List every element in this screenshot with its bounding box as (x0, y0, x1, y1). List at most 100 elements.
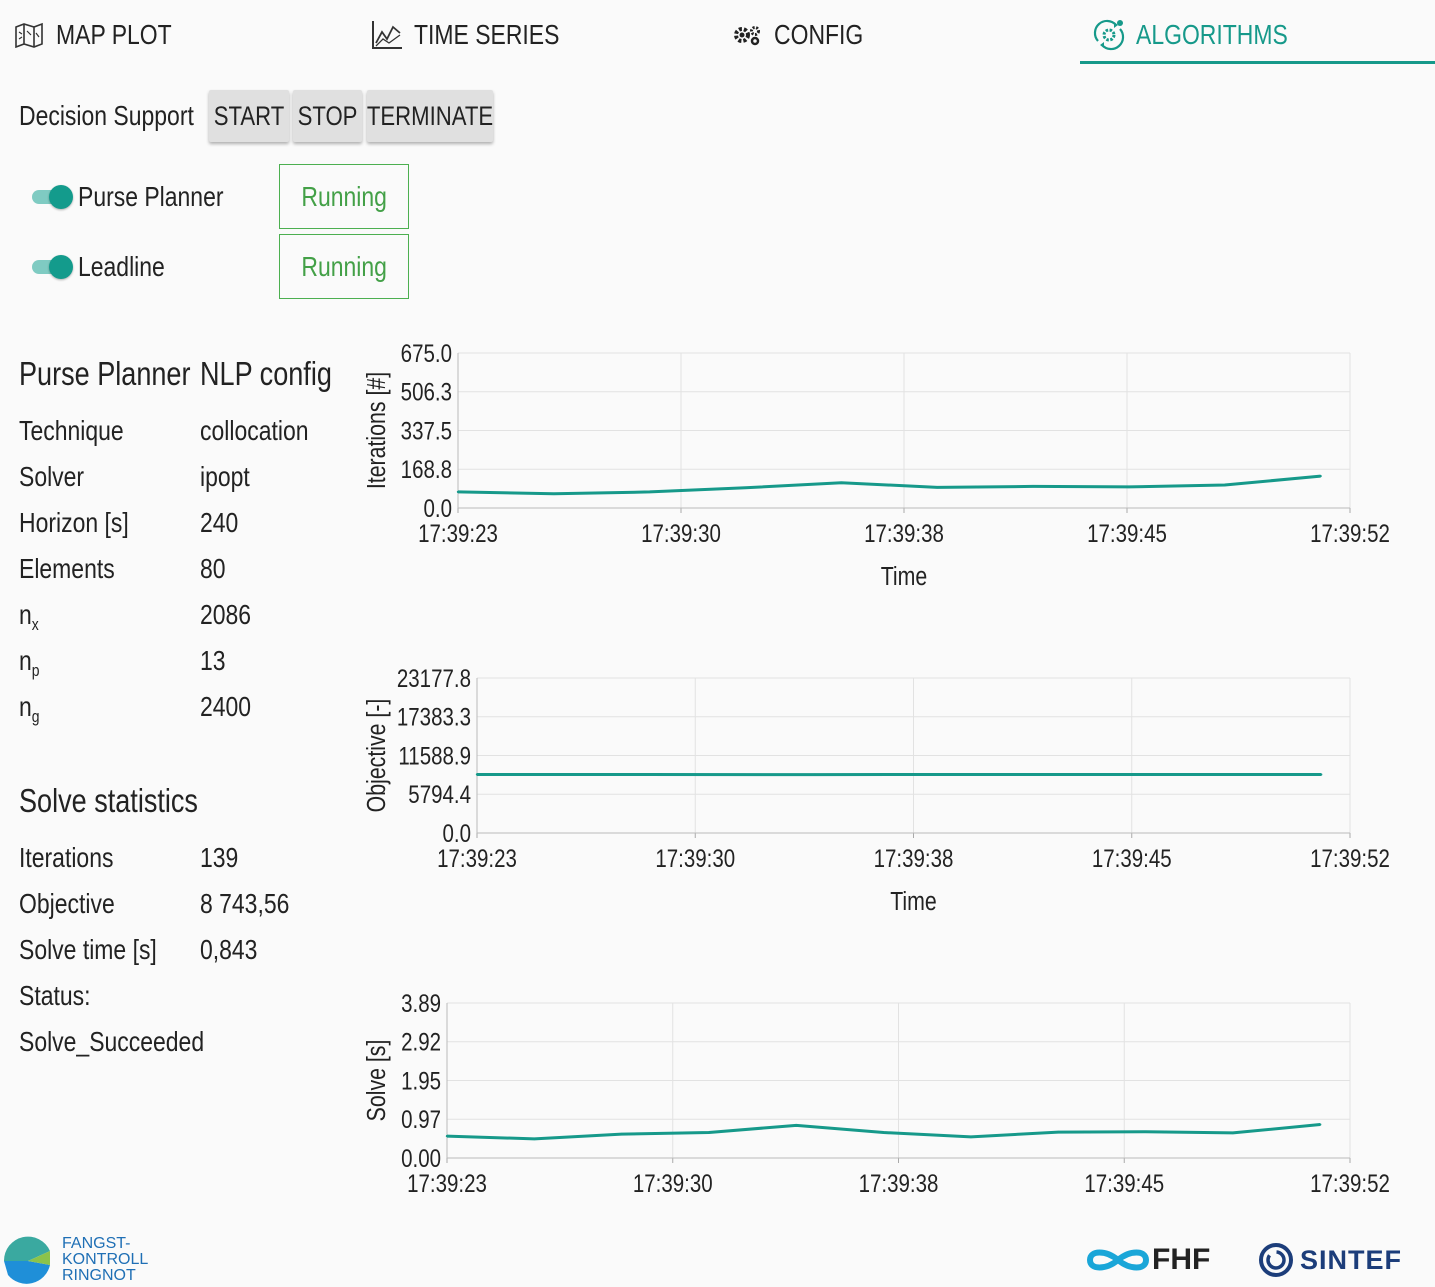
nlp-config-title: Purse Planner (19, 355, 191, 392)
y-tick-label: 5794.4 (408, 780, 471, 808)
y-tick-label: 0.97 (401, 1105, 441, 1133)
config-value-solver: ipopt (200, 461, 250, 492)
logo-line: KONTROLL (62, 1251, 149, 1268)
active-tab-indicator (1080, 61, 1435, 64)
purse-planner-label: Purse Planner (78, 181, 224, 212)
x-tick-label: 17:39:38 (859, 1169, 939, 1197)
decision-support-label: Decision Support (19, 100, 194, 131)
x-tick-label: 17:39:30 (633, 1169, 713, 1197)
data-point (1151, 773, 1154, 776)
purse-planner-status: Running (279, 164, 409, 229)
data-point (475, 773, 479, 776)
config-value-horizon: 240 (200, 507, 239, 538)
stat-key-iterations: Iterations (19, 842, 114, 873)
y-tick-label: 1.95 (401, 1067, 441, 1095)
config-key-nx: nx (19, 599, 39, 634)
config-key-np: np (19, 645, 40, 680)
solve-statistics-title: Solve statistics (19, 782, 198, 819)
data-point (1144, 1130, 1147, 1133)
cog-sync-icon (1092, 18, 1126, 52)
tab-config[interactable]: CONFIG (730, 10, 883, 60)
y-axis-label: Solve [s] (362, 1040, 392, 1122)
data-point (1319, 1123, 1322, 1126)
toggle-knob (49, 255, 73, 279)
x-tick-label: 17:39:45 (1092, 844, 1172, 872)
tab-time-series[interactable]: TIME SERIES (370, 10, 591, 60)
leadline-toggle[interactable] (32, 255, 73, 279)
data-point (744, 486, 747, 489)
x-tick-label: 17:39:52 (1310, 844, 1390, 872)
x-tick-label: 17:39:23 (437, 844, 517, 872)
stat-key-objective: Objective (19, 888, 115, 919)
x-tick-label: 17:39:52 (1310, 519, 1390, 547)
config-key-technique: Technique (19, 415, 124, 446)
logo-line: RINGNOT (62, 1267, 136, 1284)
x-tick-label: 17:39:23 (407, 1169, 487, 1197)
tab-label: MAP PLOT (56, 19, 172, 50)
data-point (648, 490, 651, 494)
data-point (445, 1134, 449, 1138)
sintef-text: SINTEF (1300, 1244, 1403, 1275)
data-point (1127, 485, 1131, 489)
tab-label: ALGORITHMS (1136, 19, 1288, 50)
data-point (1231, 1131, 1235, 1135)
config-key-solver: Solver (19, 461, 85, 492)
gears-icon (730, 18, 764, 52)
y-axis-label: Objective [-] (362, 699, 392, 813)
y-tick-label: 168.8 (401, 455, 452, 483)
fhf-text: FHF (1152, 1243, 1211, 1276)
x-tick-label: 17:39:52 (1310, 1169, 1390, 1197)
config-value-technique: collocation (200, 415, 309, 446)
config-value-ng: 2400 (200, 691, 252, 722)
config-value-np: 13 (200, 645, 226, 676)
y-tick-label: 337.5 (401, 417, 452, 445)
logo-line: FANGST- (62, 1235, 131, 1252)
data-point (1057, 1130, 1060, 1134)
iterations-chart: 0.0168.8337.5506.3675.017:39:23 17:39:30 1… (362, 339, 1390, 592)
start-button[interactable]: START (209, 90, 289, 142)
tab-algorithms[interactable]: ALGORITHMS (1092, 10, 1321, 60)
stat-value-solve-time: 0,843 (200, 934, 258, 965)
data-point (620, 1132, 623, 1136)
fhf-logo: FHF (1086, 1240, 1221, 1280)
solve-time-chart: 0.000.971.952.923.8917:39:23 17:39:30 17:3… (362, 989, 1390, 1197)
y-tick-label: 2.92 (401, 1028, 441, 1056)
x-axis-label: Time (881, 562, 928, 592)
data-point (813, 773, 816, 776)
stat-key-solve-time: Solve time [s] (19, 934, 157, 965)
map-icon (12, 18, 46, 52)
tab-map-plot[interactable]: MAP PLOT (12, 10, 197, 60)
terminate-button[interactable]: TERMINATE (367, 90, 493, 142)
data-point (644, 773, 648, 776)
data-point (1031, 485, 1035, 488)
y-tick-label: 17383.3 (397, 703, 471, 731)
config-key-horizon: Horizon [s] (19, 507, 129, 538)
nlp-config-heading: NLP config (200, 355, 332, 392)
toggle-knob (49, 185, 73, 209)
data-point (1319, 773, 1323, 776)
y-tick-label: 506.3 (401, 378, 452, 406)
data-point (552, 492, 556, 495)
series-line (457, 474, 1321, 496)
sintef-logo: SINTEF (1258, 1240, 1428, 1280)
data-point (456, 490, 460, 494)
x-tick-label: 17:39:45 (1087, 519, 1167, 547)
data-point (795, 1124, 798, 1127)
x-axis-label: Time (890, 887, 937, 917)
purse-planner-toggle[interactable] (32, 185, 73, 209)
x-tick-label: 17:39:30 (641, 519, 721, 547)
stat-status-value: Solve_Succeeded (19, 1026, 205, 1057)
stat-status-label: Status: (19, 980, 91, 1011)
config-value-elements: 80 (200, 553, 226, 584)
data-point (969, 1135, 973, 1139)
x-tick-label: 17:39:45 (1084, 1169, 1164, 1197)
stop-button[interactable]: STOP (293, 90, 362, 142)
x-tick-label: 17:39:23 (418, 519, 498, 547)
y-tick-label: 675.0 (401, 339, 452, 367)
data-point (982, 773, 985, 776)
data-point (882, 1131, 885, 1134)
tab-label: CONFIG (774, 19, 864, 50)
y-tick-label: 11588.9 (398, 742, 471, 770)
data-point (707, 1131, 711, 1134)
data-point (840, 481, 843, 484)
